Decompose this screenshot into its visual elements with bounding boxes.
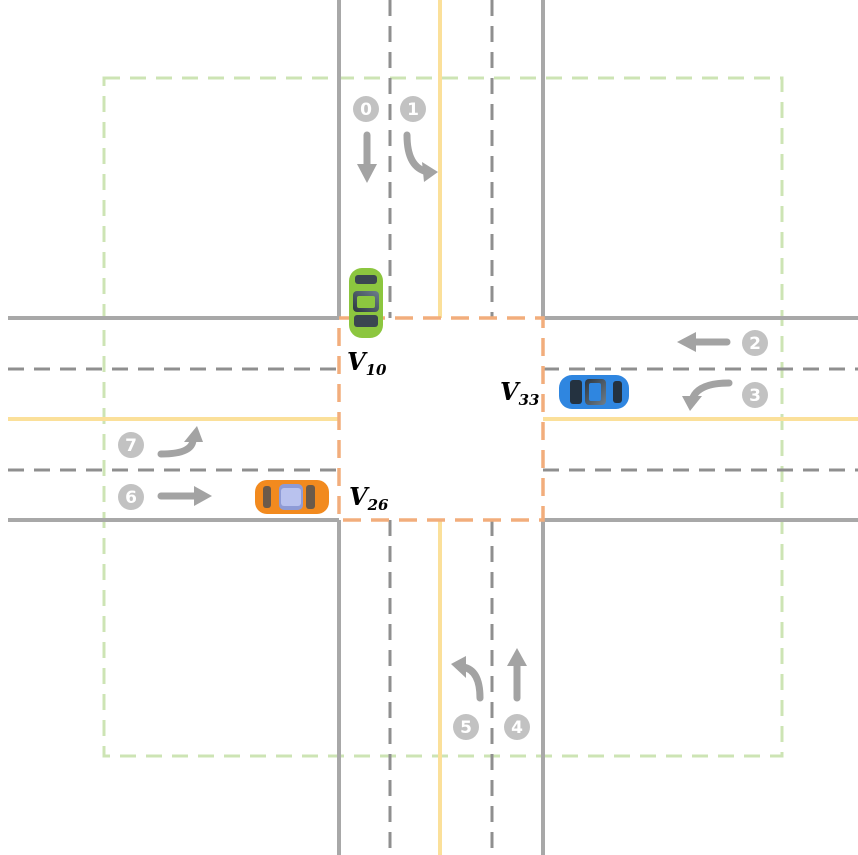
vehicle-label-letter: V xyxy=(500,377,519,406)
vehicle-label-letter: V xyxy=(347,347,366,376)
vehicle-label-v33: V33 xyxy=(500,380,540,408)
lane-badge-label: 1 xyxy=(407,100,419,120)
lane-badge-1: 1 xyxy=(400,96,426,122)
lane-badge-5: 5 xyxy=(453,714,479,740)
lane-badge-label: 0 xyxy=(360,100,372,120)
lane-badge-label: 3 xyxy=(749,386,761,406)
vehicle-label-v10: V10 xyxy=(347,350,387,378)
vehicle-label-v26: V26 xyxy=(349,485,389,513)
vehicle-label-letter: V xyxy=(349,482,368,511)
lane-badge-0: 0 xyxy=(353,96,379,122)
lane-badge-label: 7 xyxy=(125,436,137,456)
lane-badge-2: 2 xyxy=(742,330,768,356)
green-car-icon xyxy=(349,268,383,338)
vehicle-label-number: 10 xyxy=(365,361,387,379)
right-arrow-icon xyxy=(157,486,212,506)
lane-badge-label: 6 xyxy=(125,488,137,508)
vehicle-label-number: 26 xyxy=(367,496,389,514)
lane-badge-label: 4 xyxy=(511,718,523,738)
lane-badge-label: 5 xyxy=(460,718,472,738)
turn-arrow-icon xyxy=(403,131,438,182)
left-arrow-icon xyxy=(677,332,731,352)
lane-badge-7: 7 xyxy=(118,432,144,458)
up-arrow-icon xyxy=(507,648,527,702)
turn-arrow-icon xyxy=(682,379,733,411)
blue-car-icon xyxy=(559,375,629,409)
lane-arrows xyxy=(157,131,733,702)
orange-car-icon xyxy=(255,480,329,514)
turn-arrow-icon xyxy=(157,426,203,458)
down-arrow-icon xyxy=(357,131,377,183)
lane-badge-3: 3 xyxy=(742,382,768,408)
lane-badge-label: 2 xyxy=(749,334,761,354)
turn-arrow-icon xyxy=(451,656,484,702)
lane-badge-4: 4 xyxy=(504,714,530,740)
intersection-diagram: 0 1 2 3 4 5 6 7 xyxy=(8,0,858,855)
vehicle-label-number: 33 xyxy=(518,391,540,409)
lane-badge-6: 6 xyxy=(118,484,144,510)
